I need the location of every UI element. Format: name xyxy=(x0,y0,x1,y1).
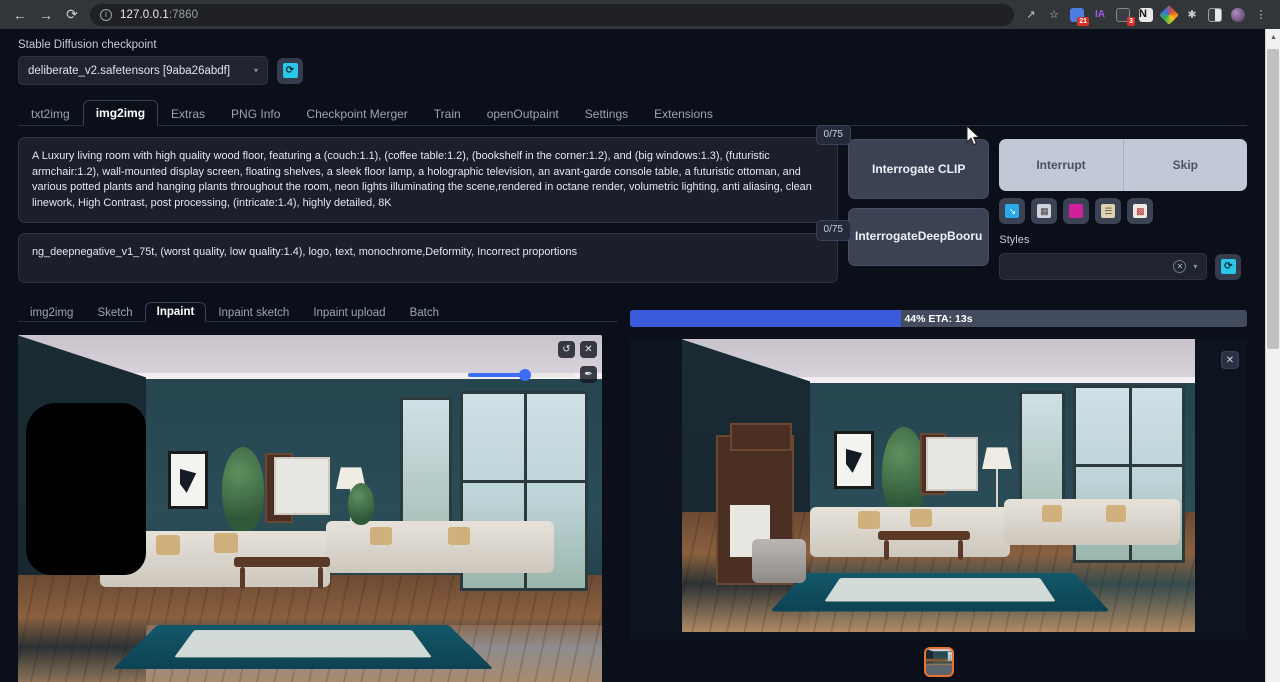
brush-size-row: ✒ xyxy=(468,366,597,383)
positive-prompt-text: A Luxury living room with high quality w… xyxy=(32,150,812,209)
prompt-tool-icons: ↘ ▦ ☰ ▩ xyxy=(999,198,1247,224)
positive-token-counter: 0/75 xyxy=(816,125,851,145)
subtab-sketch[interactable]: Sketch xyxy=(85,303,144,322)
bookmark-star-icon[interactable]: ☆ xyxy=(1045,6,1063,24)
interrupt-button[interactable]: Interrupt xyxy=(999,139,1122,191)
tab-train[interactable]: Train xyxy=(421,101,474,126)
subtab-inpaint-sketch[interactable]: Inpaint sketch xyxy=(206,303,301,322)
apply-style-icon[interactable] xyxy=(1063,198,1089,224)
generated-image[interactable] xyxy=(682,339,1195,632)
screen-recorder-icon[interactable]: 3 xyxy=(1114,6,1132,24)
tab-checkpoint-merger[interactable]: Checkpoint Merger xyxy=(293,101,420,126)
progress-bar: 44% ETA: 13s xyxy=(630,310,1247,327)
chevron-down-icon: ▾ xyxy=(254,66,258,75)
prompt-column: 0/75 A Luxury living room with high qual… xyxy=(18,137,838,283)
paste-clipboard-icon[interactable]: ☰ xyxy=(1095,198,1121,224)
url-text: 127.0.0.1:7860 xyxy=(120,9,198,21)
styles-label: Styles xyxy=(999,234,1247,246)
interrupt-skip-group: Interrupt Skip xyxy=(999,139,1247,191)
interrogate-column: Interrogate CLIP Interrogate DeepBooru xyxy=(848,137,989,283)
mouse-cursor xyxy=(966,125,982,147)
scrollbar-thumb[interactable] xyxy=(1267,49,1279,349)
refresh-icon: ⟳ xyxy=(1221,259,1236,274)
undo-icon[interactable]: ↺ xyxy=(558,341,575,358)
clear-canvas-icon[interactable]: ✕ xyxy=(580,341,597,358)
tab-extras[interactable]: Extras xyxy=(158,101,218,126)
deepbooru-line-1: Interrogate xyxy=(855,228,918,245)
subtab-inpaint-upload[interactable]: Inpaint upload xyxy=(301,303,397,322)
back-arrow-icon[interactable]: ← xyxy=(8,3,32,27)
negative-prompt-text: ng_deepnegative_v1_75t, (worst quality, … xyxy=(32,246,577,258)
checkpoint-value: deliberate_v2.safetensors [9aba26abdf] xyxy=(28,65,230,77)
main-tabs: txt2img img2img Extras PNG Info Checkpoi… xyxy=(18,98,1247,126)
negative-prompt-field[interactable]: 0/75 ng_deepnegative_v1_75t, (worst qual… xyxy=(18,233,838,283)
negative-token-counter: 0/75 xyxy=(816,220,851,240)
webui-page: Stable Diffusion checkpoint deliberate_v… xyxy=(0,29,1280,682)
inpaint-mask xyxy=(26,403,146,575)
brush-icon[interactable]: ✒ xyxy=(580,366,597,383)
forward-arrow-icon[interactable]: → xyxy=(34,3,58,27)
inpaint-canvas[interactable]: ↺ ✕ ✒ xyxy=(18,335,602,682)
site-info-icon[interactable]: i xyxy=(100,9,112,21)
puzzle-extensions-icon[interactable]: ✱ xyxy=(1183,6,1201,24)
subtab-inpaint[interactable]: Inpaint xyxy=(145,302,207,322)
img2img-subtabs: img2img Sketch Inpaint Inpaint sketch In… xyxy=(18,297,618,322)
source-image xyxy=(18,335,602,682)
scroll-up-arrow-icon[interactable]: ▲ xyxy=(1266,29,1280,45)
address-bar[interactable]: i 127.0.0.1:7860 xyxy=(90,4,1014,26)
extension-badge-icon[interactable]: 21 xyxy=(1068,6,1086,24)
browser-toolbar: ← → ⟳ i 127.0.0.1:7860 ↗ ☆ 21 IA 3 N ✱ ⋮ xyxy=(0,0,1280,29)
subtab-batch[interactable]: Batch xyxy=(398,303,451,322)
main-area: img2img Sketch Inpaint Inpaint sketch In… xyxy=(18,297,1247,682)
split-screen-icon[interactable] xyxy=(1206,6,1224,24)
input-pane: img2img Sketch Inpaint Inpaint sketch In… xyxy=(18,297,618,682)
tab-txt2img[interactable]: txt2img xyxy=(18,101,83,126)
tab-openoutpaint[interactable]: openOutpaint xyxy=(474,101,572,126)
avatar[interactable] xyxy=(1229,6,1247,24)
tab-settings[interactable]: Settings xyxy=(572,101,641,126)
brush-size-slider[interactable] xyxy=(468,367,574,383)
result-gallery: ✕ xyxy=(630,339,1247,639)
interrogate-clip-button[interactable]: Interrogate CLIP xyxy=(848,139,989,199)
gallery-thumbnails xyxy=(630,647,1247,677)
skip-button[interactable]: Skip xyxy=(1123,139,1247,191)
tab-img2img[interactable]: img2img xyxy=(83,100,158,126)
checkpoint-label: Stable Diffusion checkpoint xyxy=(18,29,1247,56)
checkpoint-row: deliberate_v2.safetensors [9aba26abdf] ▾… xyxy=(18,56,1247,85)
interrogate-deepbooru-button[interactable]: Interrogate DeepBooru xyxy=(848,208,989,266)
share-icon[interactable]: ↗ xyxy=(1022,6,1040,24)
tab-extensions[interactable]: Extensions xyxy=(641,101,726,126)
page-scrollbar[interactable]: ▲ xyxy=(1265,29,1280,682)
gallery-thumbnail-1[interactable] xyxy=(924,647,954,677)
styles-select[interactable]: ✕ ▾ xyxy=(999,253,1207,280)
generate-controls-column: Interrupt Skip ↘ ▦ ☰ ▩ Styles ✕ ▾ ⟳ xyxy=(999,137,1247,283)
prompt-zone: 0/75 A Luxury living room with high qual… xyxy=(18,137,1247,283)
checkpoint-select[interactable]: deliberate_v2.safetensors [9aba26abdf] ▾ xyxy=(18,56,268,85)
progress-label: 44% ETA: 13s xyxy=(630,310,1247,327)
close-icon[interactable]: ✕ xyxy=(1173,260,1186,273)
colorful-diamond-icon[interactable] xyxy=(1160,6,1178,24)
trash-icon[interactable]: ▦ xyxy=(1031,198,1057,224)
canvas-tool-buttons: ↺ ✕ xyxy=(558,341,597,358)
browser-extension-icons: ↗ ☆ 21 IA 3 N ✱ ⋮ xyxy=(1022,6,1272,24)
chrome-menu-icon[interactable]: ⋮ xyxy=(1252,6,1270,24)
tab-png-info[interactable]: PNG Info xyxy=(218,101,293,126)
close-icon[interactable]: ✕ xyxy=(1221,351,1239,369)
positive-prompt-field[interactable]: 0/75 A Luxury living room with high qual… xyxy=(18,137,838,223)
refresh-icon: ⟳ xyxy=(283,63,298,78)
styles-row: ✕ ▾ ⟳ xyxy=(999,253,1247,280)
notion-icon[interactable]: N xyxy=(1137,6,1155,24)
chevron-down-icon: ▾ xyxy=(1193,262,1197,271)
output-pane: 44% ETA: 13s xyxy=(630,297,1247,682)
deepbooru-line-2: DeepBooru xyxy=(918,228,983,245)
cards-icon[interactable]: ▩ xyxy=(1127,198,1153,224)
subtab-img2img[interactable]: img2img xyxy=(18,303,85,322)
restore-progress-icon[interactable]: ↘ xyxy=(999,198,1025,224)
refresh-checkpoints-button[interactable]: ⟳ xyxy=(277,58,303,84)
internet-archive-icon[interactable]: IA xyxy=(1091,6,1109,24)
refresh-styles-button[interactable]: ⟳ xyxy=(1215,254,1241,280)
reload-icon[interactable]: ⟳ xyxy=(60,3,84,27)
